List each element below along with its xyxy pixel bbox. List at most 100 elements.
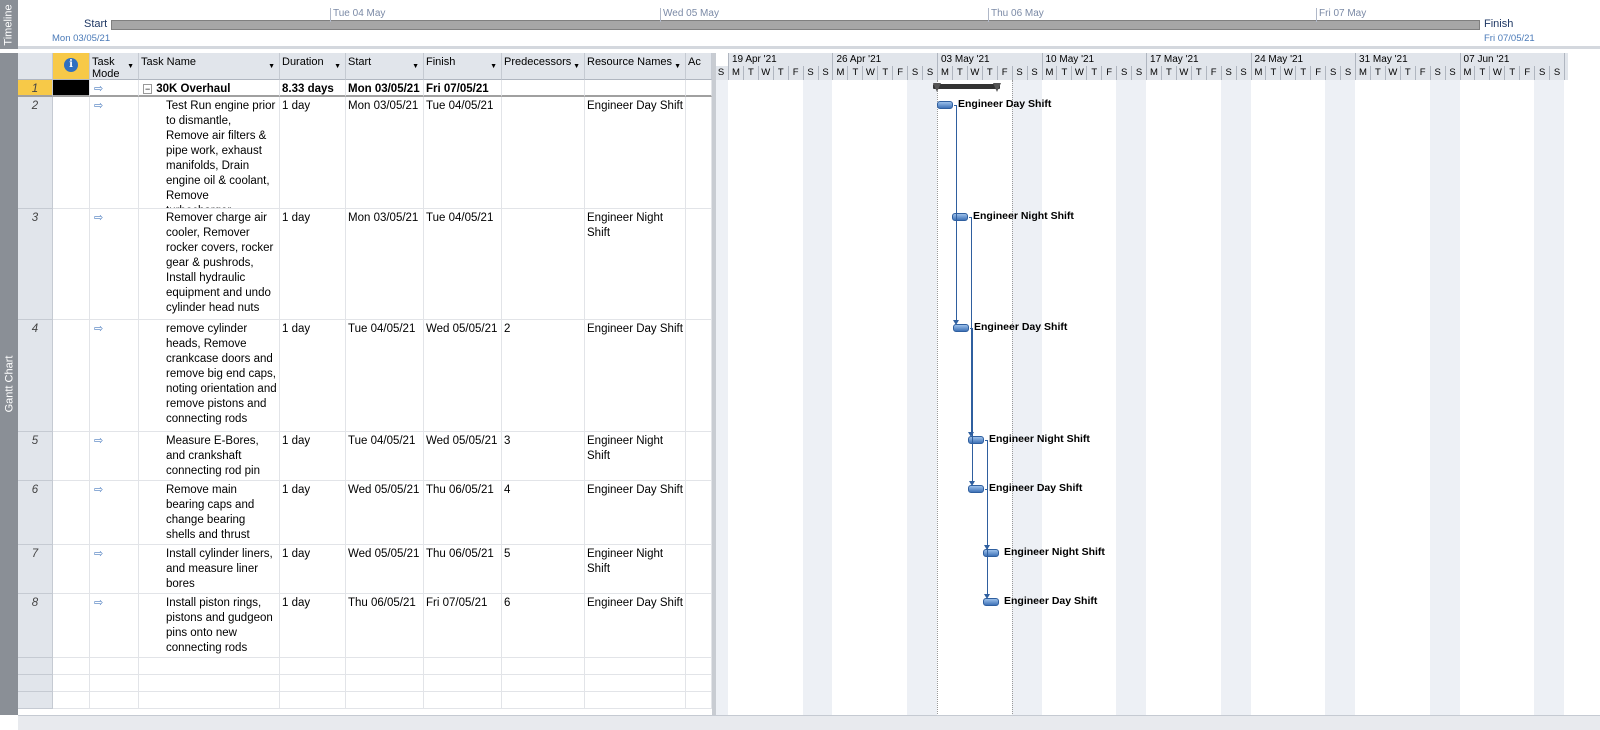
duration-cell[interactable]: 1 day [280,481,346,545]
add-column-cell[interactable] [686,675,712,692]
indicator-cell[interactable] [53,658,90,675]
resource-names-cell[interactable] [585,80,686,97]
timeline-bar[interactable] [111,20,1480,30]
task-mode-cell[interactable]: ⇨ [90,80,139,97]
row-number[interactable] [18,658,53,675]
gantt-chart-tab[interactable]: Gantt Chart [0,53,18,715]
row-number[interactable]: 6 [18,481,53,545]
start-cell[interactable]: Thu 06/05/21 [346,594,424,658]
indicator-cell[interactable] [53,80,90,97]
duration-cell[interactable]: 1 day [280,209,346,320]
row-number[interactable] [18,692,53,709]
duration-cell[interactable]: 1 day [280,320,346,432]
task-mode-cell[interactable]: ⇨ [90,545,139,594]
header-finish[interactable]: Finish ▼ [424,53,502,80]
duration-cell[interactable]: 1 day [280,432,346,481]
predecessors-cell[interactable] [502,97,585,209]
header-duration[interactable]: Duration ▼ [280,53,346,80]
finish-cell[interactable]: Thu 06/05/21 [424,481,502,545]
row-number[interactable]: 1 [18,80,53,97]
task-mode-cell[interactable]: ⇨ [90,97,139,209]
dropdown-icon[interactable]: ▼ [573,61,580,73]
task-mode-cell[interactable]: ⇨ [90,432,139,481]
finish-cell[interactable]: Tue 04/05/21 [424,209,502,320]
predecessors-cell[interactable] [502,692,585,709]
task-name-cell[interactable]: Remove main bearing caps and change bear… [139,481,280,545]
resource-names-cell[interactable]: Engineer Night Shift [585,545,686,594]
task-mode-cell[interactable] [90,658,139,675]
horizontal-scrollbar[interactable] [18,715,1600,730]
row-number[interactable]: 4 [18,320,53,432]
add-column-cell[interactable] [686,594,712,658]
select-all-corner[interactable] [18,53,53,80]
row-number[interactable]: 2 [18,97,53,209]
dropdown-icon[interactable]: ▼ [412,61,419,73]
duration-cell[interactable]: 1 day [280,545,346,594]
resource-names-cell[interactable] [585,658,686,675]
task-name-cell[interactable] [139,692,280,709]
task-mode-cell[interactable]: ⇨ [90,481,139,545]
duration-cell[interactable]: 8.33 days [280,80,346,97]
duration-cell[interactable] [280,692,346,709]
task-mode-cell[interactable]: ⇨ [90,594,139,658]
predecessors-cell[interactable] [502,675,585,692]
add-column-cell[interactable] [686,545,712,594]
row-number[interactable]: 8 [18,594,53,658]
predecessors-cell[interactable]: 3 [502,432,585,481]
timeline-tab[interactable]: Timeline [0,0,18,49]
task-bar[interactable] [953,324,969,332]
indicator-cell[interactable] [53,432,90,481]
task-name-cell[interactable]: Install piston rings, pistons and gudgeo… [139,594,280,658]
row-number[interactable]: 7 [18,545,53,594]
task-name-cell[interactable]: −30K Overhaul [139,80,280,97]
finish-cell[interactable]: Tue 04/05/21 [424,97,502,209]
task-bar[interactable] [983,598,999,606]
task-mode-cell[interactable]: ⇨ [90,209,139,320]
finish-cell[interactable]: Wed 05/05/21 [424,320,502,432]
duration-cell[interactable] [280,675,346,692]
dropdown-icon[interactable]: ▼ [127,61,134,73]
task-name-cell[interactable]: remove cylinder heads, Remove crankcase … [139,320,280,432]
header-task-name[interactable]: Task Name ▼ [139,53,280,80]
predecessors-cell[interactable] [502,80,585,97]
finish-cell[interactable]: Wed 05/05/21 [424,432,502,481]
resource-names-cell[interactable]: Engineer Day Shift [585,320,686,432]
task-bar[interactable] [937,101,953,109]
add-column-cell[interactable] [686,80,712,97]
add-column-cell[interactable] [686,432,712,481]
indicator-cell[interactable] [53,692,90,709]
predecessors-cell[interactable]: 6 [502,594,585,658]
add-column-cell[interactable] [686,97,712,209]
finish-cell[interactable]: Fri 07/05/21 [424,80,502,97]
resource-names-cell[interactable]: Engineer Night Shift [585,209,686,320]
task-bar[interactable] [968,436,984,444]
resource-names-cell[interactable]: Engineer Day Shift [585,481,686,545]
task-bar[interactable] [952,213,968,221]
duration-cell[interactable]: 1 day [280,594,346,658]
start-cell[interactable]: Mon 03/05/21 [346,97,424,209]
start-cell[interactable]: Tue 04/05/21 [346,320,424,432]
header-add-new-column[interactable]: Ac [686,53,712,80]
finish-cell[interactable]: Thu 06/05/21 [424,545,502,594]
header-resource-names[interactable]: Resource Names ▼ [585,53,686,80]
resource-names-cell[interactable]: Engineer Day Shift [585,97,686,209]
task-name-cell[interactable]: Install cylinder liners, and measure lin… [139,545,280,594]
indicator-cell[interactable] [53,97,90,209]
indicators-header[interactable]: i [53,53,90,80]
add-column-cell[interactable] [686,658,712,675]
task-name-cell[interactable]: Test Run engine prior to dismantle, Remo… [139,97,280,209]
header-start[interactable]: Start ▼ [346,53,424,80]
finish-cell[interactable]: Fri 07/05/21 [424,594,502,658]
add-column-cell[interactable] [686,209,712,320]
dropdown-icon[interactable]: ▼ [268,61,275,73]
start-cell[interactable] [346,658,424,675]
summary-bar[interactable] [933,84,1000,89]
task-name-cell[interactable]: Remover charge air cooler, Remover rocke… [139,209,280,320]
duration-cell[interactable]: 1 day [280,97,346,209]
dropdown-icon[interactable]: ▼ [334,61,341,73]
start-cell[interactable]: Wed 05/05/21 [346,545,424,594]
indicator-cell[interactable] [53,675,90,692]
header-task-mode[interactable]: Task Mode ▼ [90,53,139,80]
row-number[interactable]: 3 [18,209,53,320]
resource-names-cell[interactable] [585,692,686,709]
